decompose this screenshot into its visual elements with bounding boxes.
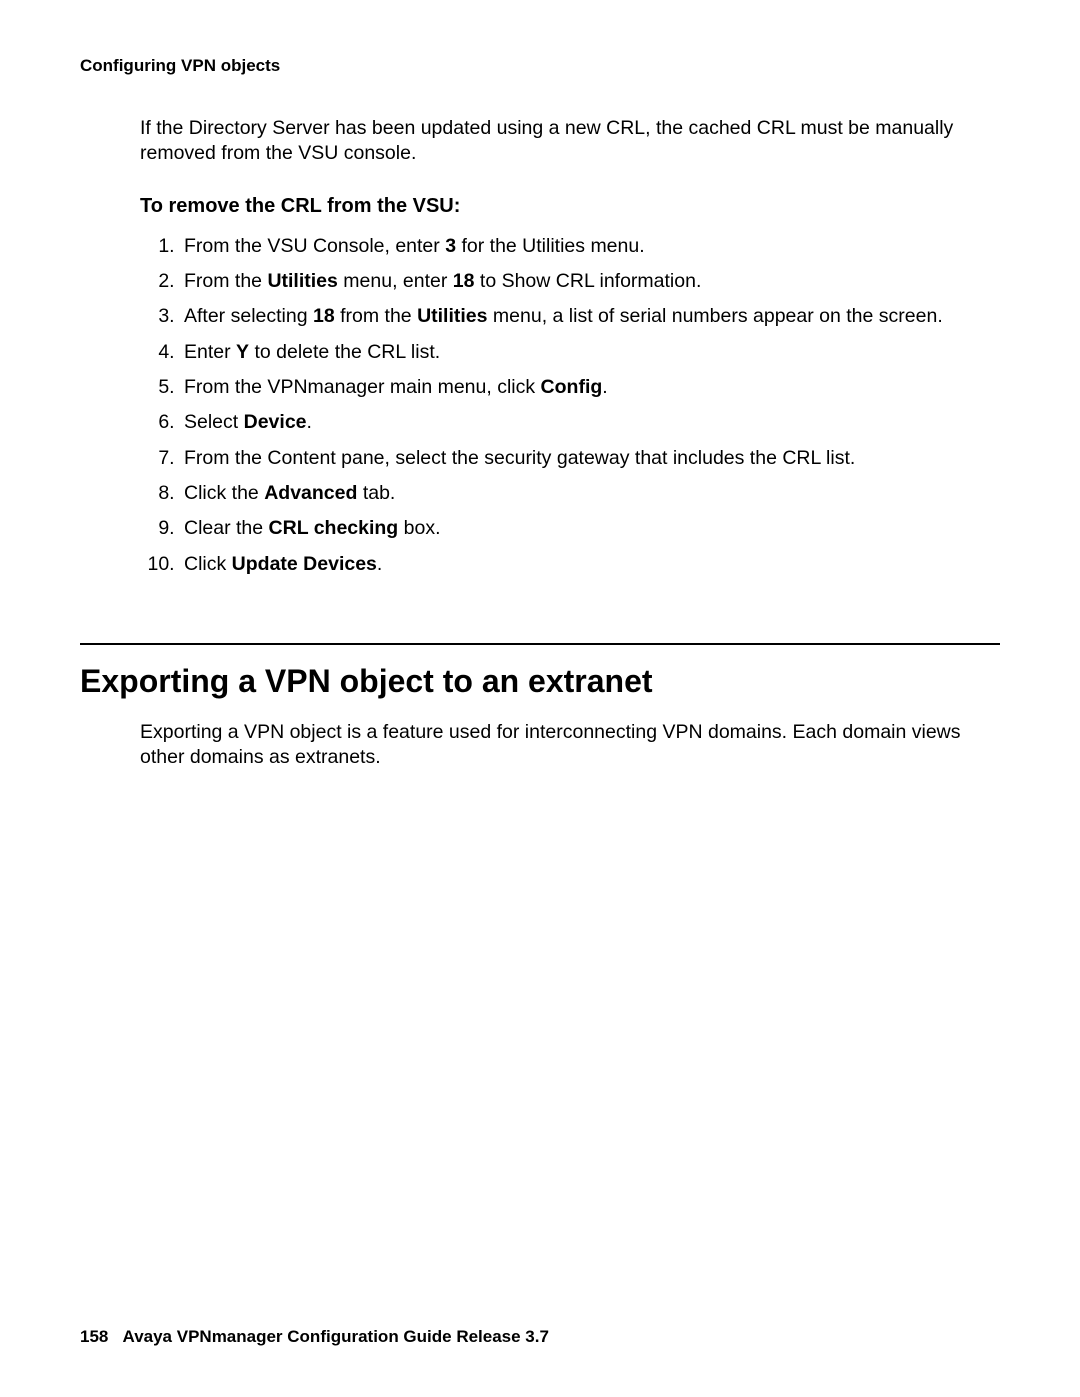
step-item: From the Content pane, select the securi… (180, 446, 1000, 471)
section-divider (80, 643, 1000, 645)
step-item: Click the Advanced tab. (180, 481, 1000, 506)
step-item: Select Device. (180, 410, 1000, 435)
section-heading: Exporting a VPN object to an extranet (80, 663, 1000, 700)
step-item: After selecting 18 from the Utilities me… (180, 304, 1000, 329)
intro-paragraph: If the Directory Server has been updated… (140, 116, 1000, 167)
procedure-title: To remove the CRL from the VSU: (140, 195, 1000, 218)
step-item: From the VSU Console, enter 3 for the Ut… (180, 234, 1000, 259)
doc-title: Avaya VPNmanager Configuration Guide Rel… (123, 1327, 549, 1346)
procedure-steps: From the VSU Console, enter 3 for the Ut… (140, 234, 1000, 577)
page-number: 158 (80, 1327, 108, 1346)
step-item: Enter Y to delete the CRL list. (180, 340, 1000, 365)
section-body: Exporting a VPN object is a feature used… (140, 720, 1000, 771)
step-item: From the Utilities menu, enter 18 to Sho… (180, 269, 1000, 294)
page-footer: 158 Avaya VPNmanager Configuration Guide… (80, 1327, 549, 1347)
page: Configuring VPN objects If the Directory… (0, 0, 1080, 1397)
running-head: Configuring VPN objects (80, 56, 1000, 76)
step-item: Clear the CRL checking box. (180, 516, 1000, 541)
step-item: From the VPNmanager main menu, click Con… (180, 375, 1000, 400)
step-item: Click Update Devices. (180, 552, 1000, 577)
